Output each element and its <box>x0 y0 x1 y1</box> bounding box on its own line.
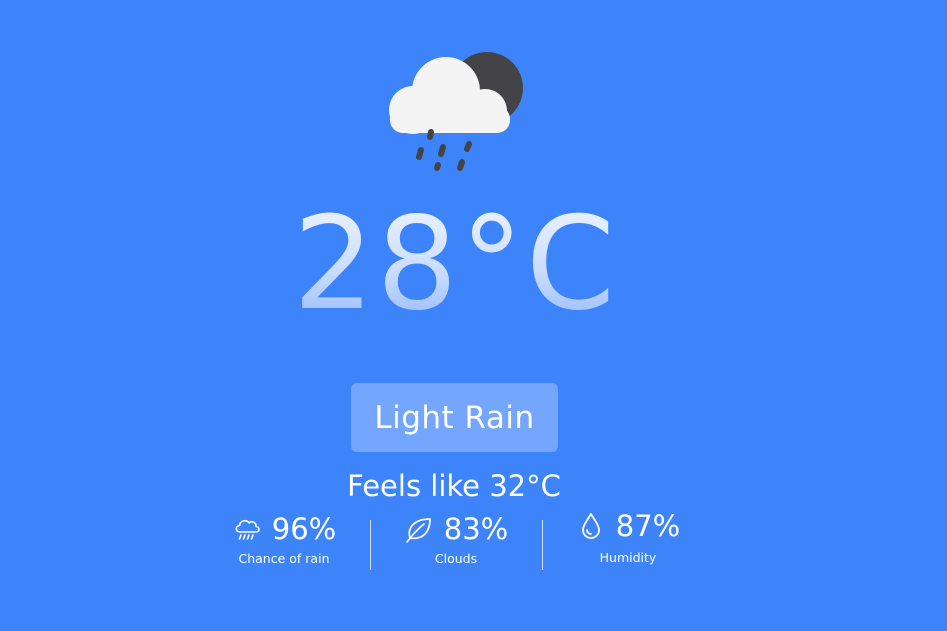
chance-of-rain-value: 96% <box>271 512 337 546</box>
rain-drops <box>416 129 472 171</box>
stat-clouds: 83% Clouds <box>370 510 542 574</box>
clouds-label: Clouds <box>434 551 478 566</box>
stat-chance-of-rain: 96% Chance of rain <box>198 510 370 574</box>
rain-cloud-icon <box>232 514 262 544</box>
clouds-value: 83% <box>443 512 509 546</box>
feels-like-text: Feels like 32°C <box>347 469 561 503</box>
humidity-value: 87% <box>615 509 681 543</box>
leaf-icon <box>404 514 434 544</box>
condition-badge: Light Rain <box>351 383 558 452</box>
weather-stats: 96% Chance of rain 83% Clouds 87% Humidi… <box>198 509 714 574</box>
humidity-label: Humidity <box>599 550 657 565</box>
chance-of-rain-label: Chance of rain <box>238 551 330 566</box>
water-drop-icon <box>576 511 606 541</box>
stat-humidity: 87% Humidity <box>542 509 714 574</box>
temperature-display: 28°C <box>0 190 910 340</box>
rain-cloud-night-icon <box>389 52 523 171</box>
